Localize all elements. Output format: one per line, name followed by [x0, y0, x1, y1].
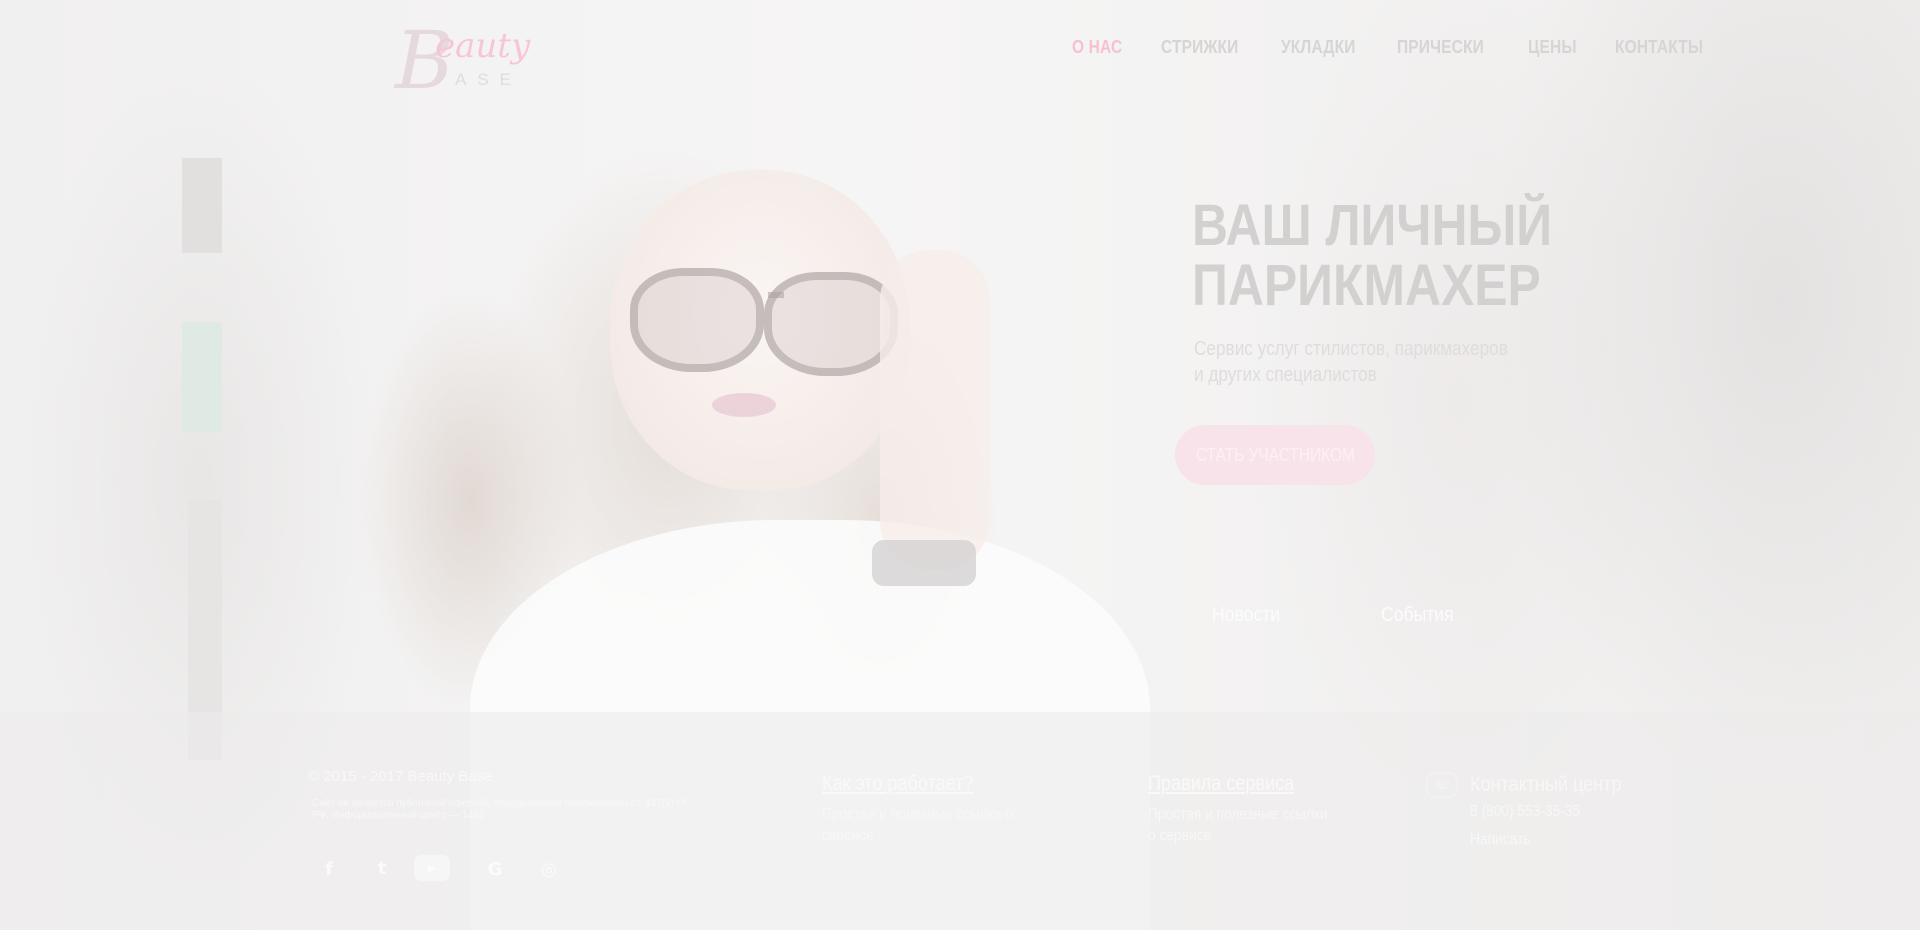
contact-title-row: ☏ Контактный центр	[1426, 772, 1646, 798]
contact-write-link[interactable]: Написать	[1470, 826, 1622, 854]
instagram-icon[interactable]: ◎	[528, 848, 570, 890]
contact-phone[interactable]: 8 (800) 553-35-35	[1470, 798, 1622, 826]
facebook-icon[interactable]: f	[308, 848, 350, 890]
legal-notice: Сайт не является публичной офертой, опре…	[312, 798, 688, 821]
nav-item-haircuts[interactable]: СТРИЖКИ	[1161, 37, 1238, 58]
service-rules-text: Простая и полезные ссылки о сервисе	[1148, 806, 1328, 844]
google-icon[interactable]: G	[474, 848, 516, 890]
news-events-tabs: Новости События	[1212, 604, 1556, 627]
nav-item-prices[interactable]: ЦЕНЫ	[1528, 37, 1577, 58]
main-nav: О НАС СТРИЖКИ УКЛАДКИ ПРИЧЕСКИ ЦЕНЫ КОНТ…	[1072, 37, 1747, 58]
contact-center: ☏ Контактный центр 8 (800) 553-35-35 Нап…	[1426, 772, 1646, 854]
copyright: © 2015 - 2017 Beauty Base	[308, 768, 493, 785]
footer-col-service-rules: Правила сервиса Простая и полезные ссылк…	[1148, 772, 1408, 846]
how-it-works-text: Простая и полезные ссылки о сервисе	[822, 806, 1013, 844]
footer-col-how-it-works: Как это работает? Простая и полезные ссы…	[822, 772, 1082, 846]
social-links: f t ▶ G ◎	[308, 848, 582, 890]
hero-subtitle: Сервис услуг стилистов, парикмахеров и д…	[1194, 338, 1508, 386]
site-logo[interactable]: B eauty ASE	[395, 14, 585, 107]
nav-item-contacts[interactable]: КОНТАКТЫ	[1615, 37, 1703, 58]
service-rules-link[interactable]: Правила сервиса	[1148, 772, 1294, 796]
page: B eauty ASE О НАС СТРИЖКИ УКЛАДКИ ПРИЧЕС…	[0, 0, 1920, 930]
tab-events[interactable]: События	[1381, 604, 1454, 627]
logo-script: eauty	[435, 26, 531, 66]
hero-title: ВАШ ЛИЧНЫЙ ПАРИКМАХЕР	[1192, 193, 1553, 318]
contact-title: Контактный центр	[1470, 773, 1622, 796]
nav-item-hairstyles[interactable]: ПРИЧЕСКИ	[1397, 37, 1484, 58]
nav-item-styling[interactable]: УКЛАДКИ	[1281, 37, 1356, 58]
tab-news[interactable]: Новости	[1212, 604, 1280, 627]
phone-icon: ☏	[1426, 772, 1458, 798]
cta-label: СТАТЬ УЧАСТНИКОМ	[1195, 444, 1355, 465]
become-member-button[interactable]: СТАТЬ УЧАСТНИКОМ	[1175, 425, 1375, 485]
how-it-works-link[interactable]: Как это работает?	[822, 772, 973, 796]
logo-subtitle: ASE	[455, 70, 523, 89]
twitter-icon[interactable]: t	[362, 848, 402, 888]
youtube-icon[interactable]: ▶	[414, 855, 450, 881]
nav-item-about[interactable]: О НАС	[1072, 37, 1122, 58]
